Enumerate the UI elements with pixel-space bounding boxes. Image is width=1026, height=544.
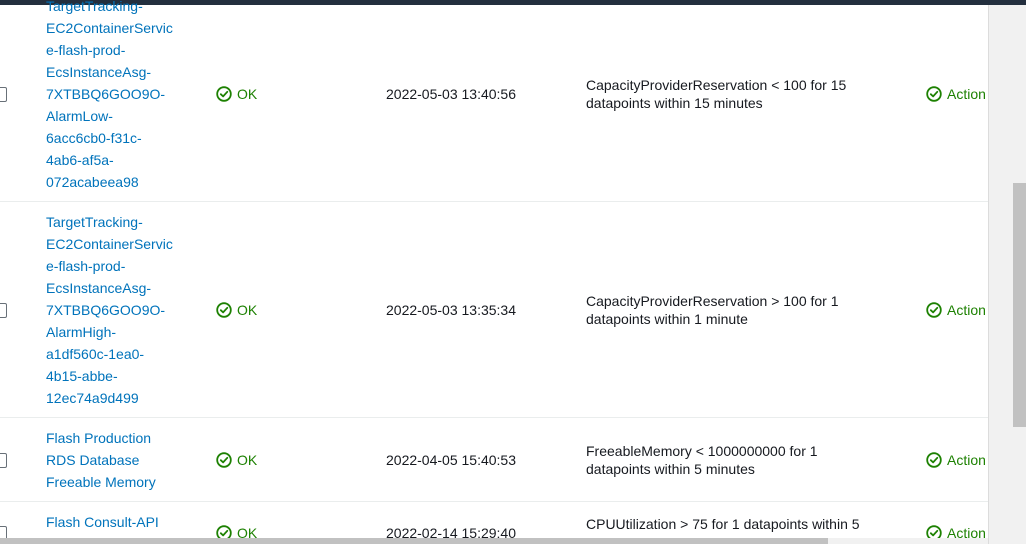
alarm-name-line: TargetTracking- [46,214,143,230]
status-ok-icon [216,452,232,468]
alarm-name-line: AlarmHigh- [46,324,117,340]
condition-line: CPUUtilization > 75 for 1 datapoints wit… [586,516,860,532]
alarm-name-line: e-flash-prod- [46,258,126,274]
condition-line: CapacityProviderReservation > 100 for 1 [586,293,839,309]
last-state-update: 2022-05-03 13:40:56 [386,86,516,102]
alarm-name-line: AlarmLow- [46,108,113,124]
alarm-name-line: EC2ContainerServic [46,20,173,36]
condition-line: datapoints within 5 minutes [586,461,755,477]
alarm-state: OK [216,450,257,470]
alarm-name-line: Freeable Memory [46,474,156,490]
last-state-update: 2022-04-05 15:40:53 [386,452,516,468]
horizontal-scrollbar-thumb[interactable] [0,538,828,544]
table-row[interactable]: TargetTracking- EC2ContainerServic e-fla… [0,0,988,202]
alarm-name-link[interactable]: Flash Production RDS Database Freeable M… [46,427,176,493]
table-row[interactable]: Flash Production RDS Database Freeable M… [0,417,988,502]
condition-line: CapacityProviderReservation < 100 for 15 [586,77,847,93]
alarm-name-line: EcsInstanceAsg- [46,280,152,296]
alarm-actions: Action [926,300,986,320]
alarm-name-line: 4ab6-af5a- [46,152,114,168]
condition-line: FreeableMemory < 1000000000 for 1 [586,443,818,459]
condition-line: datapoints within 15 minutes [586,95,763,111]
alarm-name-link[interactable]: Flash Consult-API [46,511,176,533]
alarm-name-link[interactable]: TargetTracking- EC2ContainerServic e-fla… [46,211,176,409]
alarm-state-label: OK [237,86,258,102]
alarm-name-line: a1df560c-1ea0- [46,346,145,362]
alarm-conditions: FreeableMemory < 1000000000 for 1 datapo… [586,442,876,478]
alarm-state: OK [216,84,257,104]
alarm-name-line: 7XTBBQ6GOO9O- [46,302,166,318]
last-state-update: 2022-05-03 13:35:34 [386,302,516,318]
horizontal-scrollbar[interactable] [0,538,988,544]
alarm-name-line: 072acabeea98 [46,174,139,190]
alarm-name-line: EC2ContainerServic [46,236,173,252]
alarm-name-line: 7XTBBQ6GOO9O- [46,86,166,102]
row-select-checkbox[interactable] [0,303,7,318]
alarm-conditions: CPUUtilization > 75 for 1 datapoints wit… [586,515,876,533]
alarm-state: OK [216,300,257,320]
status-ok-icon [216,86,232,102]
alarm-actions: Action [926,450,986,470]
status-ok-icon [926,302,942,318]
vertical-scrollbar-thumb[interactable] [1013,183,1026,427]
alarm-state-label: OK [237,302,258,318]
actions-label: Action [947,452,986,468]
alarm-conditions: CapacityProviderReservation > 100 for 1 … [586,292,876,328]
status-ok-icon [926,86,942,102]
alarm-conditions: CapacityProviderReservation < 100 for 15… [586,76,876,112]
status-ok-icon [926,452,942,468]
alarm-name-link[interactable]: TargetTracking- EC2ContainerServic e-fla… [46,0,176,193]
row-select-checkbox[interactable] [0,453,7,468]
alarm-name-line: RDS Database [46,452,140,468]
status-ok-icon [216,302,232,318]
alarm-state-label: OK [237,452,258,468]
alarm-name-line: e-flash-prod- [46,42,126,58]
condition-line: datapoints within 1 minute [586,311,748,327]
alarm-name-line: EcsInstanceAsg- [46,64,152,80]
alarm-name-line: 4b15-abbe- [46,368,118,384]
row-select-checkbox[interactable] [0,87,7,102]
alarm-name-line: Flash Consult-API [46,514,159,530]
actions-label: Action [947,86,986,102]
vertical-scrollbar[interactable] [988,5,1026,544]
alarm-name-line: 6acc6cb0-f31c- [46,130,142,146]
actions-label: Action [947,302,986,318]
table-row[interactable]: TargetTracking- EC2ContainerServic e-fla… [0,201,988,418]
alarm-name-line: TargetTracking- [46,0,143,14]
alarm-name-line: Flash Production [46,430,152,446]
alarm-actions: Action [926,84,986,104]
alarm-name-line: 12ec74a9d499 [46,390,139,406]
